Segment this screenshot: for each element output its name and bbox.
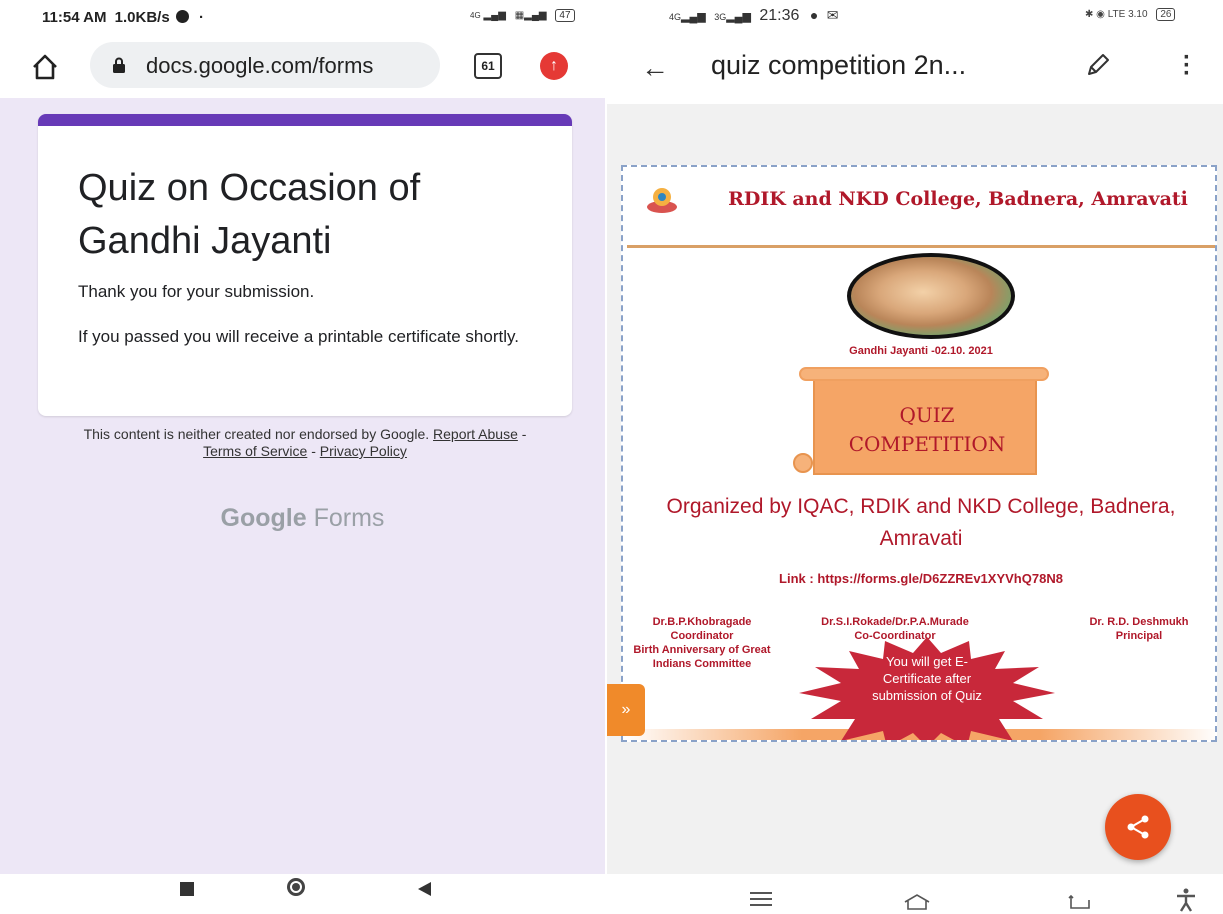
signal-icon: ▂▄▆ — [483, 10, 506, 21]
signal-icon: ▂▄▆ — [681, 11, 706, 23]
signatory-coordinator: Dr.B.P.Khobragade Coordinator Birth Anni… — [633, 616, 771, 670]
college-logo-icon — [647, 188, 677, 213]
battery-icon: 26 — [1156, 8, 1176, 21]
update-icon[interactable]: ↑ — [540, 52, 568, 80]
quiz-link[interactable]: Link : https://forms.gle/D6ZZREv1XYVhQ78… — [623, 571, 1215, 586]
scroll-body: QUIZ COMPETITION — [813, 375, 1037, 475]
url-text: docs.google.com/forms — [146, 53, 374, 78]
menu-nav-icon[interactable] — [750, 898, 772, 900]
status-icons: 4G ▂▄▆ ▦▂▄▆ 47 — [470, 9, 575, 22]
accessibility-icon[interactable] — [1175, 888, 1197, 912]
more-options-icon[interactable]: · · · — [1183, 46, 1191, 86]
submission-message: Thank you for your submission. — [78, 282, 315, 301]
left-screen: 11:54 AM 1.0KB/s · 4G ▂▄▆ ▦▂▄▆ 47 docs.g… — [0, 0, 605, 914]
form-title: Quiz on Occasion of Gandhi Jayanti — [78, 167, 421, 262]
whatsapp-icon — [175, 10, 189, 23]
battery-icon: 47 — [555, 9, 575, 22]
alarm-icon: ◉ — [1096, 9, 1105, 20]
disclaimer: This content is neither created nor endo… — [83, 426, 527, 459]
tab-switcher-button[interactable]: 61 — [474, 53, 502, 79]
status-bar: 4G▂▄▆ 3G▂▄▆ 21:36 ● ✉ ✱ ◉ LTE 3.10 26 — [607, 0, 1223, 32]
status-time: 11:54 AM 1.0KB/s · — [42, 9, 205, 26]
scroll-curl — [793, 453, 813, 473]
report-abuse-link[interactable]: Report Abuse — [433, 426, 518, 442]
system-nav-bar — [607, 874, 1223, 914]
quiz-heading: QUIZ COMPETITION — [848, 403, 1006, 456]
share-button[interactable] — [1105, 794, 1171, 860]
back-nav-icon[interactable] — [1067, 894, 1093, 910]
gandhi-portrait — [847, 253, 1015, 339]
certificate-message: If you passed you will receive a printab… — [78, 327, 519, 346]
signatory-principal: Dr. R.D. Deshmukh Principal — [1089, 616, 1189, 642]
back-nav-icon[interactable] — [418, 882, 431, 896]
college-name: RDIK and NKD College, Badnera, Amravati — [728, 188, 1188, 210]
google-forms-logo[interactable]: Google Forms — [0, 504, 605, 533]
side-panel-tab[interactable]: » — [607, 684, 645, 736]
quiz-scroll-banner: QUIZ COMPETITION — [793, 367, 1049, 475]
privacy-link[interactable]: Privacy Policy — [320, 443, 407, 459]
url-bar[interactable]: docs.google.com/forms — [90, 42, 440, 88]
event-date: Gandhi Jayanti -02.10. 2021 — [849, 345, 993, 357]
status-bar: 11:54 AM 1.0KB/s · 4G ▂▄▆ ▦▂▄▆ 47 — [0, 0, 605, 34]
poster-divider — [627, 245, 1215, 248]
edit-pencil-icon[interactable] — [1085, 52, 1111, 78]
form-confirmation-card: Quiz on Occasion of Gandhi Jayanti Thank… — [38, 114, 572, 416]
status-right: ✱ ◉ LTE 3.10 26 — [1085, 8, 1176, 21]
home-icon[interactable] — [30, 52, 60, 82]
status-left: 4G▂▄▆ 3G▂▄▆ 21:36 ● ✉ — [669, 7, 839, 24]
bluetooth-icon: ✱ — [1085, 9, 1094, 20]
home-nav-icon[interactable] — [287, 878, 305, 896]
back-arrow-icon[interactable]: ← — [641, 52, 669, 84]
lock-icon — [113, 57, 125, 73]
quiz-poster: RDIK and NKD College, Badnera, Amravati … — [621, 165, 1217, 742]
recents-icon[interactable] — [180, 882, 194, 896]
browser-toolbar: docs.google.com/forms 61 ↑ — [0, 34, 605, 98]
home-nav-icon[interactable] — [903, 894, 931, 910]
terms-link[interactable]: Terms of Service — [203, 443, 307, 459]
scroll-top — [799, 367, 1049, 381]
right-screen: 4G▂▄▆ 3G▂▄▆ 21:36 ● ✉ ✱ ◉ LTE 3.10 26 ← … — [607, 0, 1223, 914]
certificate-badge-text: You will get E-Certificate after submiss… — [872, 654, 982, 703]
volte-icon: LTE — [1107, 9, 1126, 20]
notification-icon: ● — [809, 7, 819, 23]
message-icon: ✉ — [826, 7, 839, 23]
system-nav-bar — [0, 874, 605, 914]
app-bar: ← quiz competition 2n... · · · — [607, 32, 1223, 104]
document-title: quiz competition 2n... — [711, 50, 967, 80]
organized-by: Organized by IQAC, RDIK and NKD College,… — [666, 495, 1176, 550]
certificate-badge: You will get E-Certificate after submiss… — [799, 637, 1055, 740]
volte-icon: ▦▂▄▆ — [514, 10, 547, 21]
share-icon — [1127, 815, 1149, 839]
